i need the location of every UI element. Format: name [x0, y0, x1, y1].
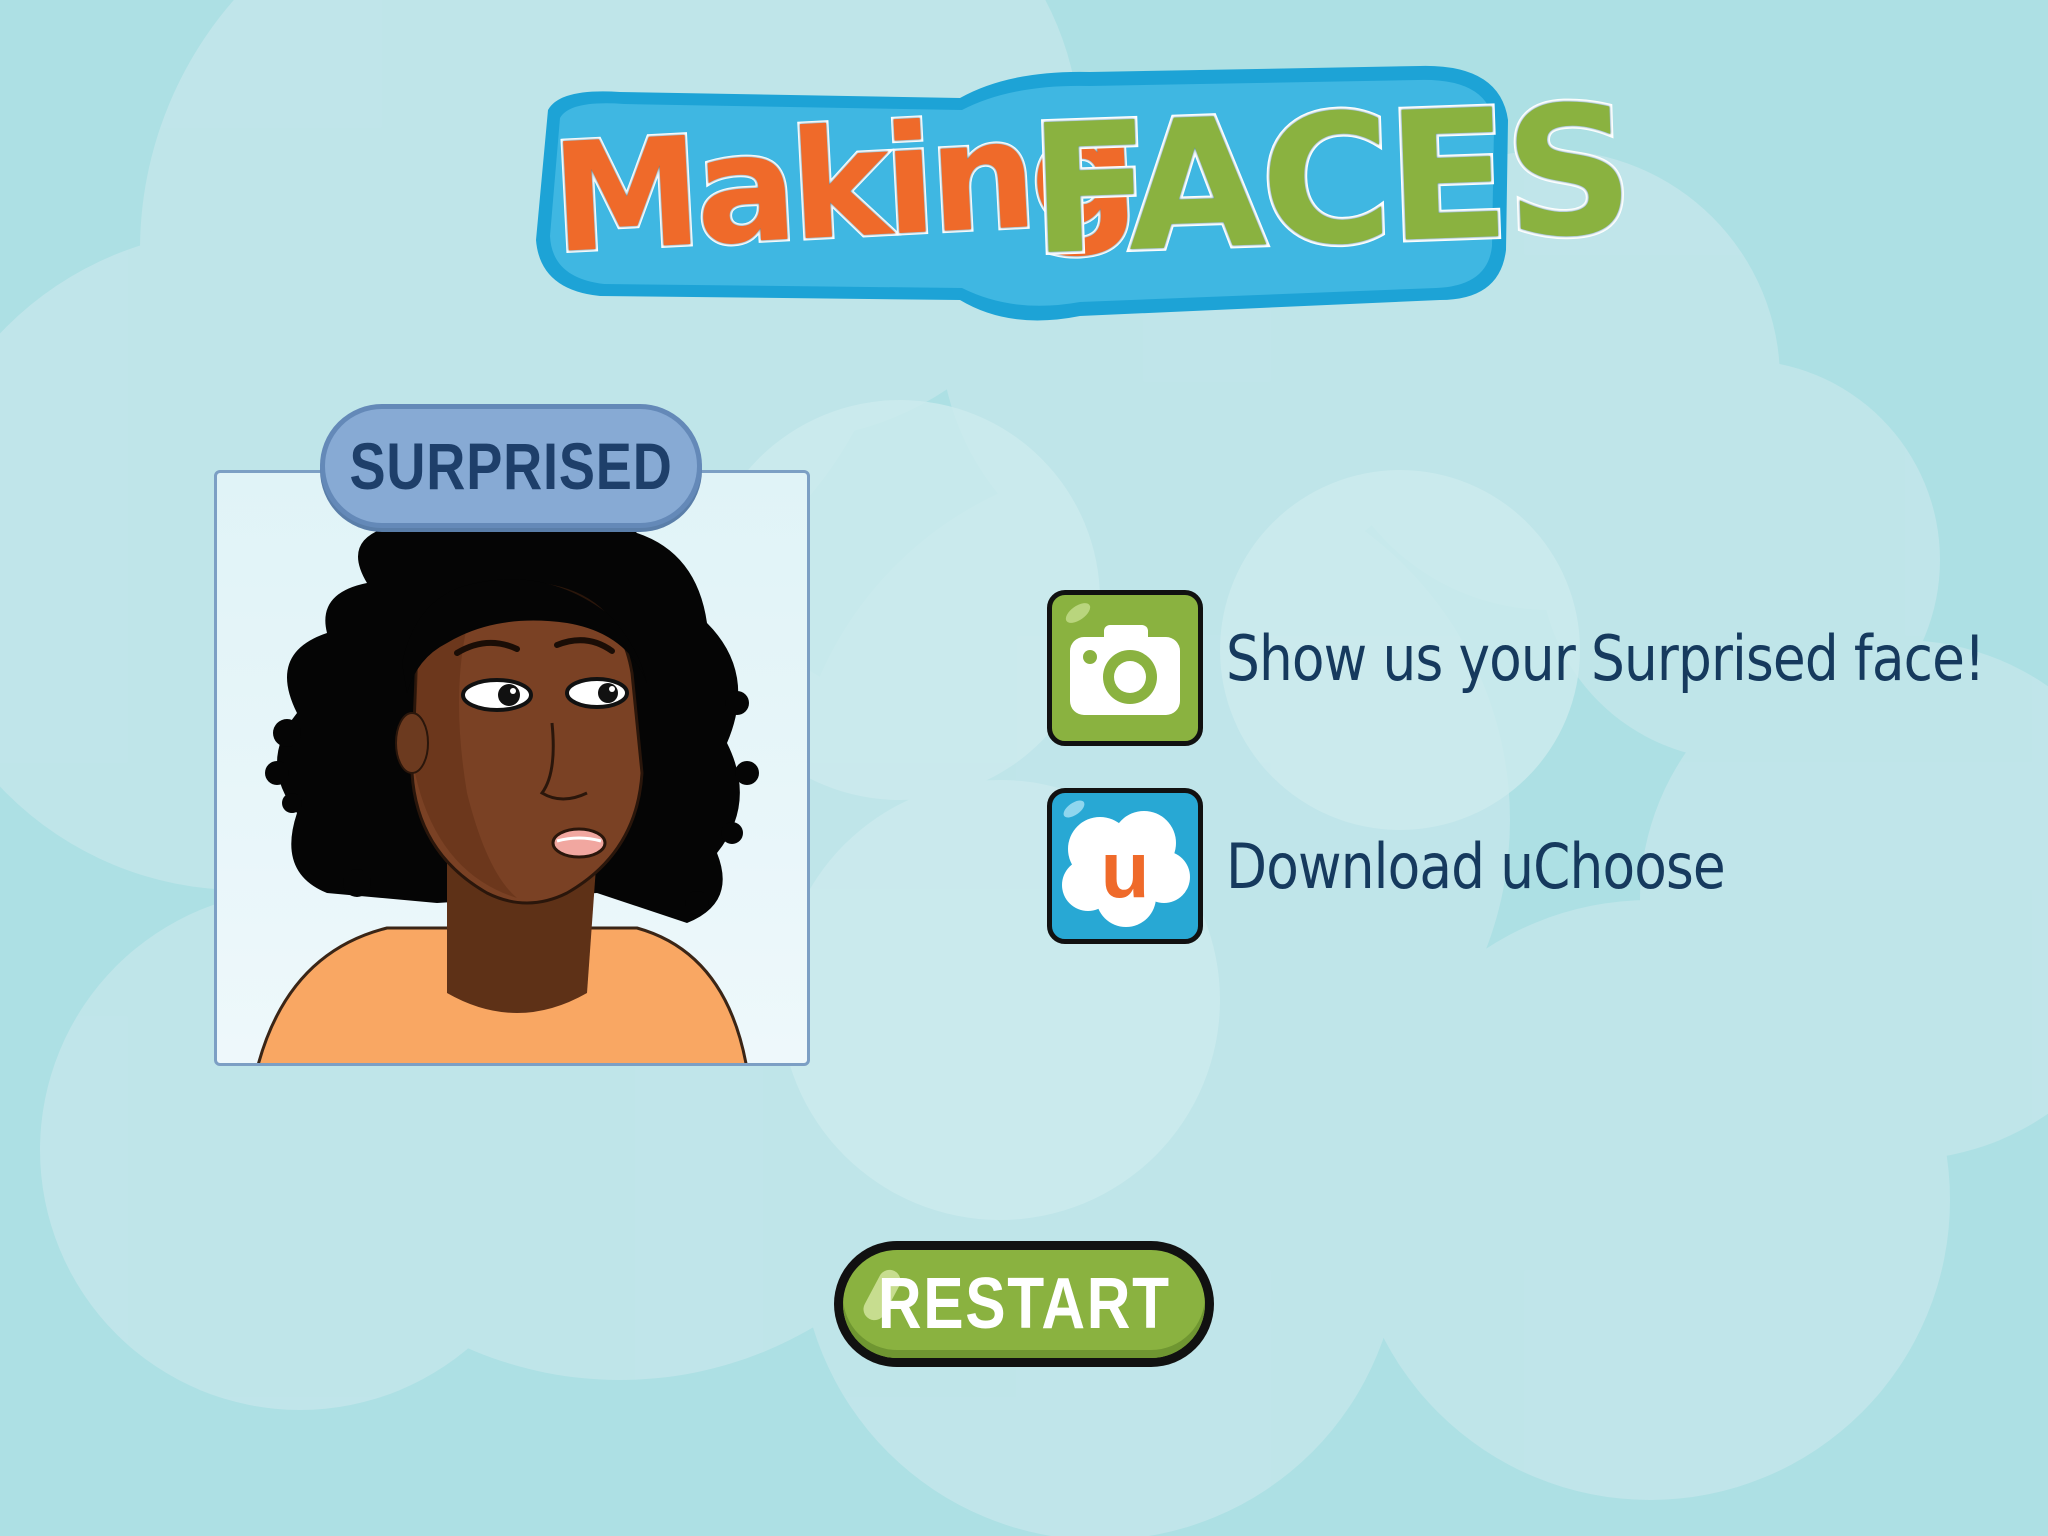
restart-button[interactable]: RESTART	[834, 1241, 1214, 1367]
take-photo-button[interactable]	[1047, 590, 1203, 746]
download-uchoose-button[interactable]: u	[1047, 788, 1203, 944]
uchoose-app-icon: u	[1062, 800, 1190, 927]
take-photo-prompt: Show us your Surprised face!	[1226, 622, 1985, 695]
emotion-badge: SURPRISED	[320, 404, 702, 528]
download-uchoose-label: Download uChoose	[1226, 830, 1726, 903]
uchoose-logo-letter: u	[1101, 825, 1150, 914]
making-faces-logo: Making FACES	[0, 0, 2048, 360]
camera-icon	[1065, 603, 1180, 715]
restart-button-face: RESTART	[843, 1250, 1205, 1358]
logo-word-faces: FACES	[1024, 64, 1636, 298]
restart-label: RESTART	[877, 1264, 1171, 1344]
emotion-label: SURPRISED	[349, 429, 673, 503]
character-card	[214, 470, 810, 1066]
surprised-woman-illustration	[257, 500, 759, 1063]
